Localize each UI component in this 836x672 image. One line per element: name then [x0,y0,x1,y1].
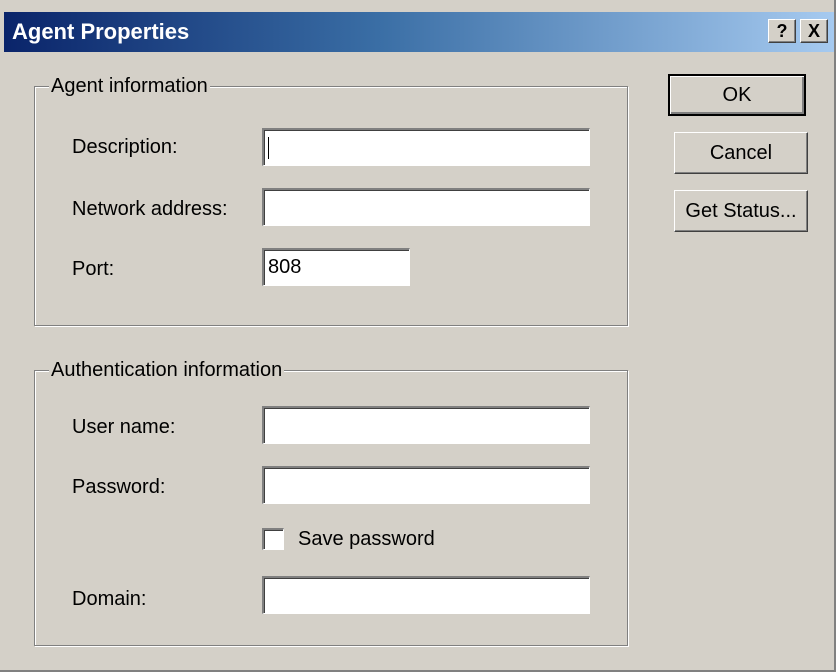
description-label: Description: [72,136,178,158]
user-name-field[interactable] [262,406,590,444]
description-field[interactable] [262,128,590,166]
agent-information-legend: Agent information [49,73,210,99]
save-password-label[interactable]: Save password [298,526,435,552]
save-password-checkbox[interactable] [262,528,284,550]
cancel-button[interactable]: Cancel [674,132,808,174]
close-button[interactable]: X [800,19,828,43]
password-field[interactable] [262,466,590,504]
password-label: Password: [72,476,166,498]
port-label: Port: [72,258,115,280]
title-bar[interactable]: Agent Properties ? X [4,12,834,52]
port-field[interactable] [262,248,410,286]
ok-button[interactable]: OK [668,74,806,116]
domain-label: Domain: [72,588,147,610]
get-status-button[interactable]: Get Status... [674,190,808,232]
agent-properties-dialog: Agent Properties ? X Agent information D… [0,0,836,672]
domain-field[interactable] [262,576,590,614]
network-address-label: Network address: [72,198,228,220]
network-address-field[interactable] [262,188,590,226]
authentication-information-legend: Authentication information [49,357,285,383]
text-cursor [268,137,269,159]
help-button[interactable]: ? [768,19,796,43]
window-title: Agent Properties [12,19,190,44]
user-name-label: User name: [72,416,176,438]
